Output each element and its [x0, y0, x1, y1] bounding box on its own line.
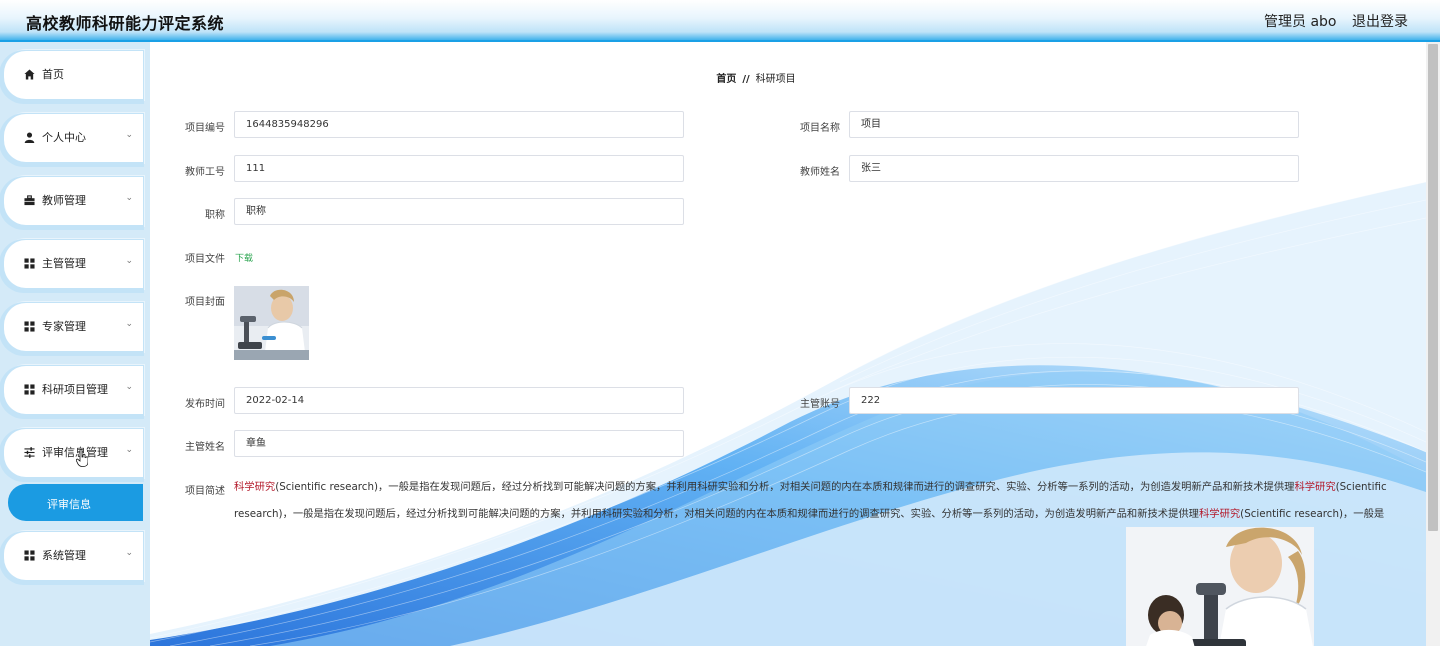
sidebar-item-label: 首页	[42, 68, 64, 81]
user-icon	[24, 132, 35, 143]
current-user: 管理员 abo	[1264, 14, 1337, 30]
chevron-down-icon: ⌄	[125, 548, 133, 558]
chevron-down-icon: ⌄	[125, 193, 133, 203]
chevron-down-icon: ⌄	[125, 130, 133, 140]
project-no-field[interactable]: 1644835948296	[234, 111, 684, 138]
summary-photo-image	[1126, 527, 1314, 646]
summary-text-part: (Scientific research)，一般是	[1240, 508, 1385, 520]
sidebar-item-experts[interactable]: 专家管理 ⌄	[4, 303, 143, 351]
chevron-down-icon: ⌄	[125, 382, 133, 392]
project-cover-label: 项目封面	[185, 297, 225, 308]
sidebar-item-profile[interactable]: 个人中心 ⌄	[4, 114, 143, 162]
chevron-down-icon: ⌄	[125, 319, 133, 329]
sidebar-item-label: 教师管理	[42, 194, 86, 207]
sidebar-item-system[interactable]: 系统管理 ⌄	[4, 532, 143, 580]
hand-cursor-icon	[76, 449, 88, 467]
teacher-id-label: 教师工号	[185, 167, 225, 178]
project-cover-image	[234, 286, 309, 360]
supervisor-account-field[interactable]: 222	[849, 387, 1299, 414]
logout-button[interactable]: 退出登录	[1352, 11, 1408, 31]
grid-icon	[24, 258, 35, 269]
sidebar-item-label: 主管管理	[42, 257, 86, 270]
summary-highlight: 科学研究	[1198, 508, 1241, 520]
publish-time-label: 发布时间	[185, 399, 225, 410]
chevron-down-icon: ⌄	[125, 445, 133, 455]
grid-icon	[24, 384, 35, 395]
app-title: 高校教师科研能力评定系统	[26, 14, 225, 33]
sidebar-item-label: 科研项目管理	[42, 383, 108, 396]
summary-text: 科学研究(Scientific research)，一般是指在发现问题后，经过分…	[234, 474, 1400, 528]
sidebar-subitem-review-info[interactable]: 评审信息	[8, 484, 143, 521]
sidebar-item-reviews[interactable]: 评审信息管理 ⌄	[4, 429, 143, 477]
title-label: 职称	[205, 210, 225, 221]
supervisor-account-label: 主管账号	[800, 399, 840, 410]
sidebar-item-supervisors[interactable]: 主管管理 ⌄	[4, 240, 143, 288]
sidebar-item-projects[interactable]: 科研项目管理 ⌄	[4, 366, 143, 414]
title-field[interactable]: 职称	[234, 198, 684, 225]
teacher-name-field[interactable]: 张三	[849, 155, 1299, 182]
breadcrumb-home[interactable]: 首页	[716, 74, 736, 85]
sidebar-subitem-label: 评审信息	[47, 498, 91, 511]
summary-highlight: 科学研究	[1294, 481, 1336, 493]
teacher-name-label: 教师姓名	[800, 167, 840, 178]
publish-time-field[interactable]: 2022-02-14	[234, 387, 684, 414]
sidebar-item-home[interactable]: 首页	[4, 51, 143, 99]
project-name-label: 项目名称	[800, 123, 840, 134]
summary-highlight: 科学研究	[234, 481, 276, 493]
top-header: 高校教师科研能力评定系统 管理员 abo 退出登录	[0, 0, 1440, 42]
summary-text-part: (Scientific research)，一般是指在发现问题后，经过分析找到可…	[275, 481, 1295, 493]
teacher-id-field[interactable]: 111	[234, 155, 684, 182]
grid-icon	[24, 550, 35, 561]
download-link[interactable]: 下载	[235, 251, 253, 264]
summary-label: 项目简述	[185, 486, 225, 497]
breadcrumb-current: 科研项目	[755, 74, 796, 85]
sliders-icon	[24, 447, 35, 458]
supervisor-name-field[interactable]: 章鱼	[234, 430, 684, 457]
sidebar-item-label: 个人中心	[42, 131, 86, 144]
project-file-label: 项目文件	[185, 254, 225, 265]
supervisor-name-label: 主管姓名	[185, 442, 225, 453]
grid-icon	[24, 321, 35, 332]
sidebar-item-teachers[interactable]: 教师管理 ⌄	[4, 177, 143, 225]
main-content: 首页 // 科研项目 项目编号 1644835948296 项目名称 项目 教师工号…	[150, 42, 1426, 646]
project-no-label: 项目编号	[185, 123, 225, 134]
breadcrumb-separator: //	[742, 74, 750, 85]
chevron-down-icon: ⌄	[125, 256, 133, 266]
sidebar: 首页 个人中心 ⌄ 教师管理 ⌄ 主管管理 ⌄ 专家管理 ⌄ 科研项目管理 ⌄ …	[0, 42, 150, 646]
sidebar-item-label: 评审信息管理	[42, 446, 108, 459]
breadcrumb: 首页 // 科研项目	[150, 70, 1362, 85]
briefcase-icon	[24, 195, 35, 206]
project-name-field[interactable]: 项目	[849, 111, 1299, 138]
sidebar-item-label: 系统管理	[42, 549, 86, 562]
home-icon	[24, 69, 35, 80]
sidebar-item-label: 专家管理	[42, 320, 86, 333]
scrollbar-thumb[interactable]	[1428, 44, 1438, 531]
